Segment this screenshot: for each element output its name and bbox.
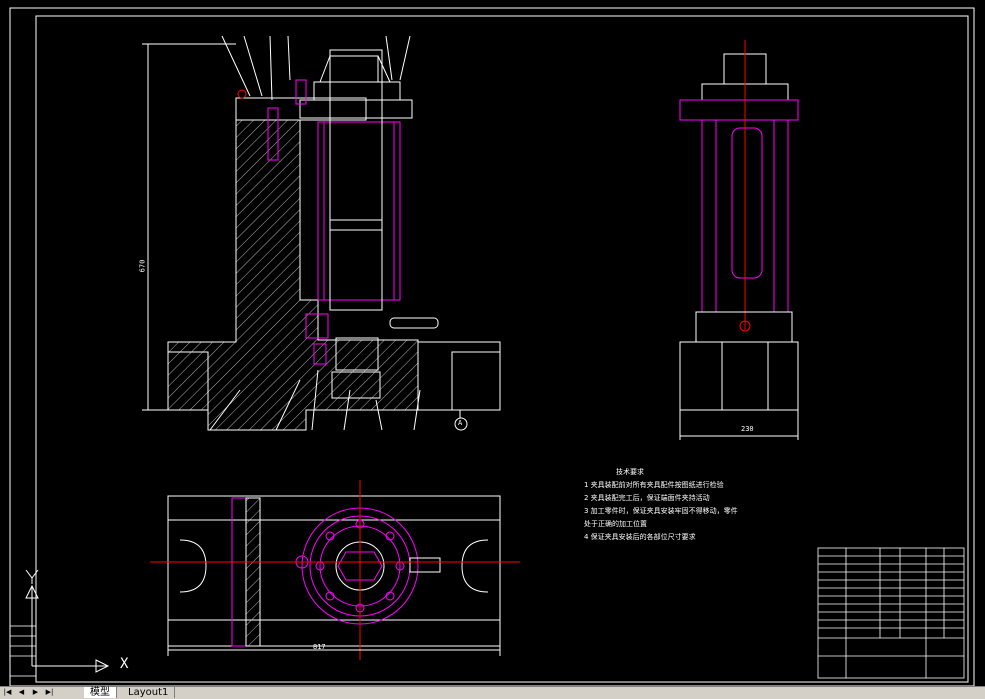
last-tab-button[interactable]: ▶|: [44, 688, 55, 697]
first-tab-button[interactable]: |◀: [2, 688, 13, 697]
tech-req-title: 技术要求: [616, 468, 644, 476]
tech-req-item: 1 夹具装配前对所有夹具配件按图纸进行检验: [584, 481, 724, 489]
technical-requirements: 技术要求 1 夹具装配前对所有夹具配件按图纸进行检验 2 夹具装配完工后，保证端…: [584, 466, 738, 544]
dimension-side-width: 230: [741, 425, 754, 433]
dimension-plan-length: 817: [313, 643, 326, 651]
drawing-frame: [9, 7, 975, 687]
side-view: [679, 40, 799, 440]
layout-tab-bar: |◀ ◀ ▶ ▶| 模型 Layout1: [0, 686, 985, 699]
cad-drawing-canvas[interactable]: [0, 0, 985, 698]
tech-req-item: 2 夹具装配完工后，保证端面件夹持活动: [584, 494, 710, 502]
tech-req-item: 4 保证夹具安装后的各部位尺寸要求: [584, 533, 696, 541]
plan-view: [150, 480, 520, 660]
datum-label: A: [458, 419, 463, 427]
front-section-view: [142, 35, 501, 431]
next-tab-button[interactable]: ▶: [30, 688, 41, 697]
tech-req-item: 处于正确的加工位置: [584, 520, 647, 528]
dimension-overall-height: 670: [138, 259, 147, 273]
tab-layout1[interactable]: Layout1: [122, 687, 176, 698]
ucs-icon: [25, 569, 110, 673]
ucs-x-label: X: [120, 656, 129, 672]
title-block: [817, 547, 965, 679]
tech-req-item: 3 加工零件时，保证夹具安装牢固不得移动，零件: [584, 507, 738, 515]
tab-model[interactable]: 模型: [84, 687, 117, 698]
prev-tab-button[interactable]: ◀: [16, 688, 27, 697]
